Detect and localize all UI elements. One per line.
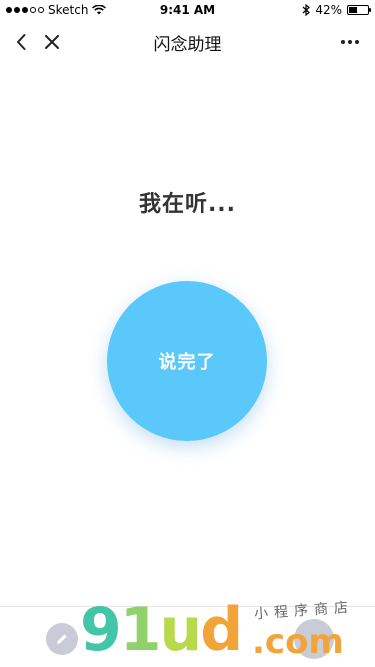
- status-bar: Sketch 9:41 AM 42%: [0, 0, 375, 20]
- done-speaking-label: 说完了: [158, 352, 216, 372]
- more-horizontal-icon: [348, 40, 352, 44]
- battery-fill: [349, 7, 357, 13]
- page-title: 闪念助理: [153, 35, 222, 55]
- more-horizontal-icon: [355, 40, 359, 44]
- edit-button[interactable]: [46, 623, 78, 655]
- more-horizontal-icon: [341, 40, 345, 44]
- done-speaking-button[interactable]: 说完了: [107, 281, 267, 441]
- more-button[interactable]: [335, 30, 365, 54]
- listening-status: 我在听...: [138, 192, 237, 217]
- keyboard-button[interactable]: [294, 619, 334, 659]
- nav-bar: 闪念助理: [0, 20, 375, 64]
- battery-percent: 42%: [315, 3, 342, 17]
- pencil-icon: [57, 634, 67, 644]
- bluetooth-icon: [302, 4, 311, 16]
- bottom-bar: [0, 607, 375, 667]
- battery-icon: [347, 5, 371, 15]
- status-right: 42%: [302, 3, 371, 17]
- screen: Sketch 9:41 AM 42% 闪念助理 我在听... 说完了 91ud …: [0, 0, 375, 667]
